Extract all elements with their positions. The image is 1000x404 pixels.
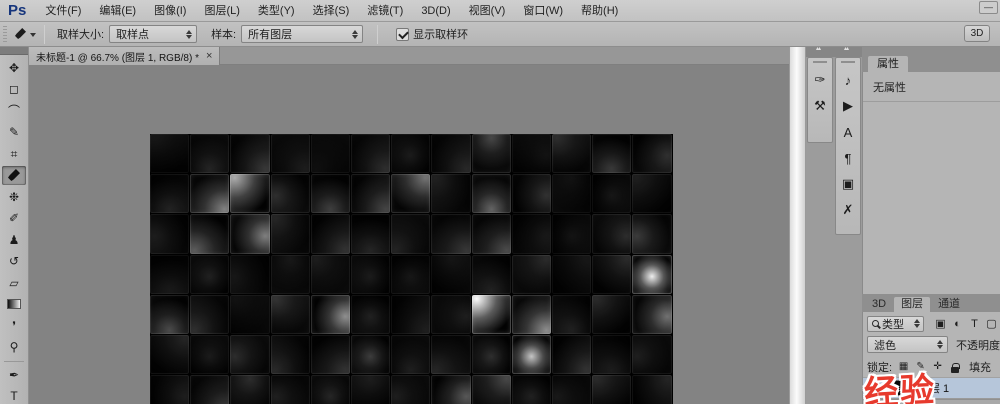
properties-panel: 无属性 [862,72,1000,294]
menu-select[interactable]: 选择(S) [304,0,359,22]
panel-column: 属性 无属性 3D图层通道 类型 ▣◐T▢ [862,47,1000,404]
no-properties-text: 无属性 [863,72,1000,102]
strip-grip[interactable] [813,61,827,63]
menu-window[interactable]: 窗口(W) [514,0,572,22]
sample-dropdown[interactable]: 所有图层 [241,25,363,43]
tool-move[interactable]: ✥ [2,58,26,77]
menu-type[interactable]: 类型(Y) [249,0,304,22]
tool-marquee[interactable]: ◻ [2,80,26,99]
menu-bar: Ps 文件(F)编辑(E)图像(I)图层(L)类型(Y)选择(S)滤镜(T)3D… [0,0,1000,22]
document-tab-bar: 未标题-1 @ 66.7% (图层 1, RGB/8) * × [29,47,789,65]
tool-history-brush[interactable]: ↺ [2,252,26,271]
show-sampling-ring-checkbox[interactable] [396,28,409,41]
filter-adjustment-layers-icon[interactable]: ◐ [949,318,966,330]
document-title: 未标题-1 @ 66.7% (图层 1, RGB/8) * [36,49,199,64]
filter-pixel-layers-icon[interactable]: ▣ [932,317,949,330]
panel-dock: ▴▴ ▴▴ ✑⚒ ♪▶A¶▣✗ 属性 无属性 [806,47,1000,404]
ps-logo: Ps [0,2,36,19]
sample-size-label: 取样大小: [57,26,104,42]
3d-button[interactable]: 3D [964,25,990,42]
actions-panel-icon[interactable]: ▶ [837,93,859,119]
toolbar-grip[interactable] [0,47,28,55]
minimize-button[interactable]: — [979,1,998,14]
tool-presets-panel-icon[interactable]: ✗ [837,197,859,223]
layers-panel-tabs: 3D图层通道 [862,294,1000,312]
spinner-icon [352,27,358,42]
show-sampling-ring-label: 显示取样环 [413,26,468,42]
menu-edit[interactable]: 编辑(E) [90,0,145,22]
close-icon[interactable]: × [206,50,212,62]
tool-gradient[interactable] [2,295,26,314]
options-bar: 取样大小: 取样点 样本: 所有图层 显示取样环 3D [0,22,1000,47]
tool-crop[interactable]: ⌗ [2,144,26,163]
tool-eyedropper[interactable] [2,166,26,185]
tool-lasso[interactable]: ⌒ [2,101,26,120]
layer-comps-panel-icon[interactable]: ▣ [837,171,859,197]
options-grip [3,26,7,43]
menu-view[interactable]: 视图(V) [460,0,515,22]
spinner-icon [186,27,192,42]
icon-dock-strip-2: ♪▶A¶▣✗ [835,57,861,235]
spinner-icon [937,337,943,352]
paragraph-panel-icon[interactable]: ¶ [837,145,859,171]
brush-panel-icon[interactable]: ✑ [809,67,831,93]
document-tab[interactable]: 未标题-1 @ 66.7% (图层 1, RGB/8) * × [29,47,220,65]
tab-channels[interactable]: 通道 [931,297,967,312]
clone-source-icon[interactable]: ⚒ [809,93,831,119]
menu-help[interactable]: 帮助(H) [572,0,627,22]
history-panel-icon[interactable]: ♪ [837,67,859,93]
tool-brush[interactable]: ✐ [2,209,26,228]
lock-all-icon[interactable] [946,361,963,373]
tool-quick-select[interactable]: ✎ [2,123,26,142]
tool-type[interactable]: T [2,387,26,404]
canvas-area[interactable] [29,65,789,404]
photoshop-window: Ps 文件(F)编辑(E)图像(I)图层(L)类型(Y)选择(S)滤镜(T)3D… [0,0,1000,404]
spinner-icon [914,316,920,331]
menu-filter[interactable]: 滤镜(T) [358,0,412,22]
menu-file[interactable]: 文件(F) [36,0,90,22]
vertical-scrollbar[interactable] [789,47,806,404]
canvas-image[interactable] [150,134,673,404]
menu-3d[interactable]: 3D(D) [412,0,459,22]
character-panel-icon[interactable]: A [837,119,859,145]
sample-label: 样本: [211,26,236,42]
opacity-label: 不透明度 [956,337,1000,353]
watermark-text: 经验 [863,362,937,404]
menu-image[interactable]: 图像(I) [145,0,195,22]
eyedropper-icon[interactable] [13,27,27,41]
collapse-dock-icon[interactable]: ▴▴ [844,45,848,52]
tab-layers[interactable]: 图层 [894,297,930,312]
tool-blur[interactable]: ❜ [2,316,26,335]
sample-size-dropdown[interactable]: 取样点 [109,25,197,43]
fill-label: 填充 [969,359,991,375]
tab-properties[interactable]: 属性 [868,56,908,72]
separator [377,25,378,44]
filter-type-layers-icon[interactable]: T [966,318,983,330]
tool-dodge[interactable]: ⚲ [2,338,26,357]
strip-grip[interactable] [841,61,855,63]
tool-palette: ✥ ◻ ⌒ ✎ ⌗ ❉ ✐ ♟ ↺ ▱ ❜ ⚲ ✒ T [0,47,29,404]
tab-3d[interactable]: 3D [865,297,893,312]
icon-dock-strip-1: ✑⚒ [807,57,833,143]
search-icon [872,320,879,327]
tool-clone-stamp[interactable]: ♟ [2,230,26,249]
tool-healing-brush[interactable]: ❉ [2,187,26,206]
separator [44,25,45,44]
tool-eraser[interactable]: ▱ [2,273,26,292]
chevron-down-icon[interactable] [30,33,36,40]
blend-mode-row: 滤色 不透明度 [863,333,1000,356]
collapse-dock-icon[interactable]: ▴▴ [816,45,820,52]
menu-layer[interactable]: 图层(L) [195,0,248,22]
layers-filter-row: 类型 ▣◐T▢ [863,312,1000,333]
filter-kind-dropdown[interactable]: 类型 [867,316,924,332]
tool-pen[interactable]: ✒ [2,365,26,384]
filter-shape-layers-icon[interactable]: ▢ [983,317,1000,330]
blend-mode-dropdown[interactable]: 滤色 [867,336,948,353]
properties-panel-header: 属性 [862,47,1000,72]
